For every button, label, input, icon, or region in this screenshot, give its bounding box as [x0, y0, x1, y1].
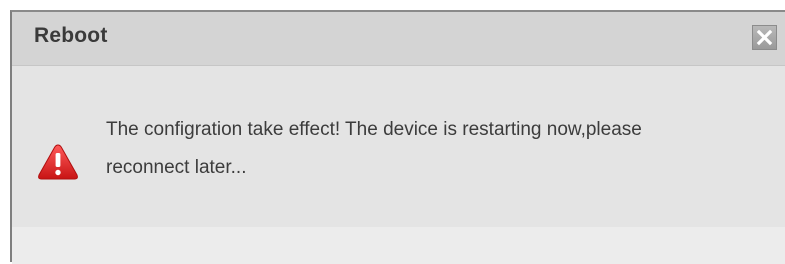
- reboot-dialog: Reboot The configration take effect! The…: [10, 10, 785, 264]
- warning-triangle-icon: [38, 144, 78, 180]
- dialog-titlebar: Reboot: [12, 12, 785, 66]
- close-icon: [756, 29, 773, 46]
- dialog-body: The configration take effect! The device…: [12, 67, 785, 227]
- close-button[interactable]: [752, 25, 777, 50]
- dialog-footer: [12, 227, 785, 264]
- dialog-title: Reboot: [34, 24, 108, 47]
- dialog-message: The configration take effect! The device…: [106, 119, 642, 178]
